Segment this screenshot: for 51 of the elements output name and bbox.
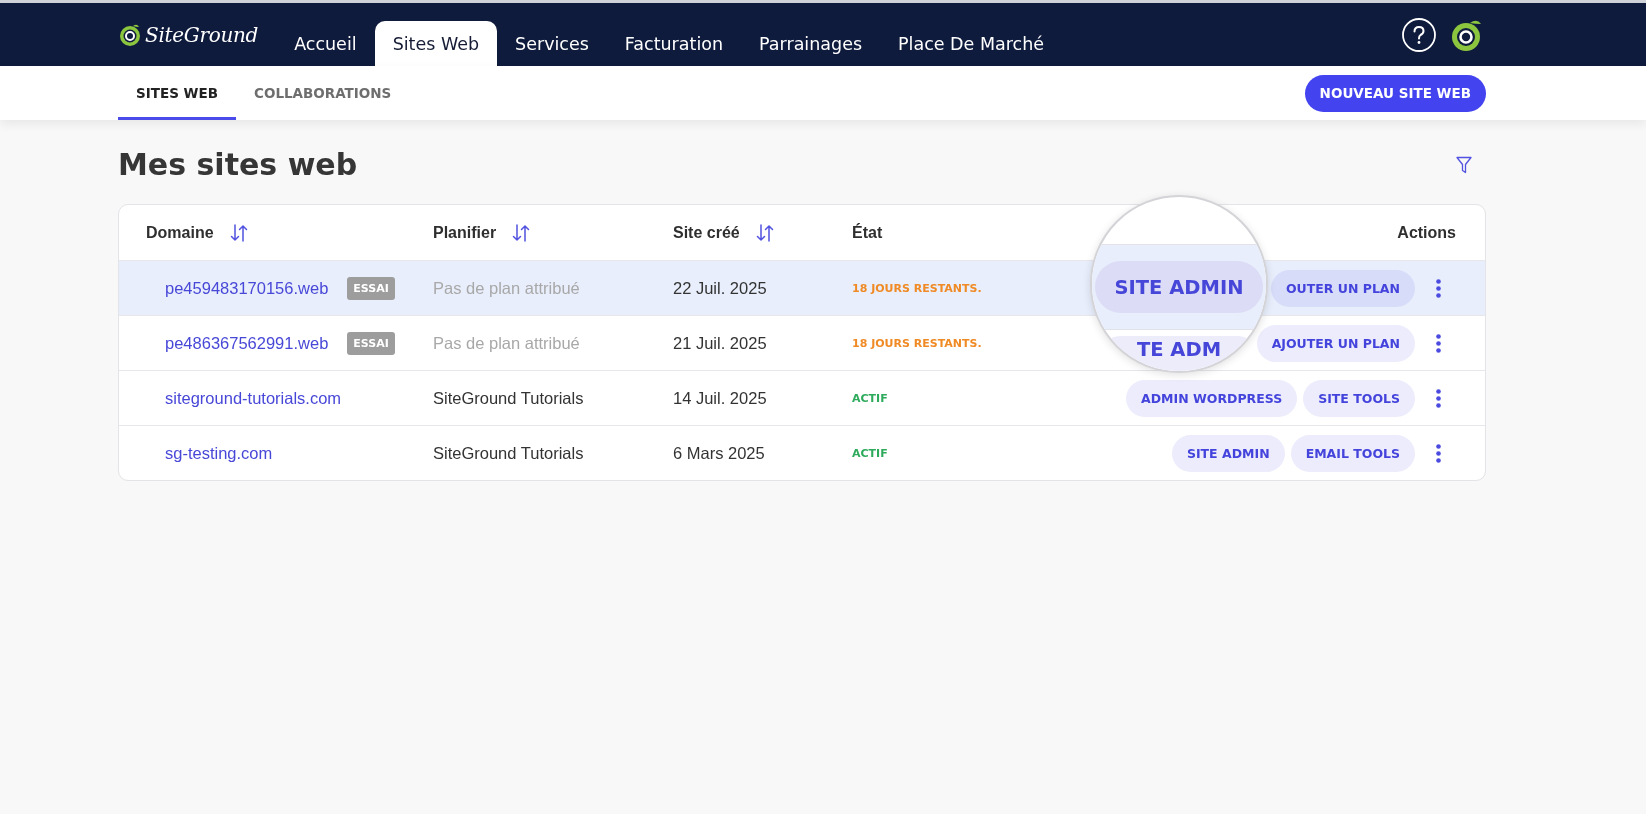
column-header: État	[852, 223, 883, 242]
sort-icon[interactable]	[511, 222, 532, 243]
help-icon[interactable]	[1402, 17, 1436, 52]
trial-badge: ESSAI	[347, 276, 395, 300]
domain-link[interactable]: pe486367562991.web	[165, 333, 329, 353]
column-header: Actions	[1397, 223, 1456, 242]
plan-name: Pas de plan attribué	[433, 278, 580, 298]
column-header: Planifier	[433, 223, 497, 242]
swirl-logo-icon	[118, 22, 142, 47]
action-button[interactable]: AJOUTER UN PLAN	[1256, 324, 1415, 362]
sub-tab[interactable]: SITES WEB	[118, 66, 236, 120]
action-button[interactable]: ADMIN WORDPRESS	[1126, 379, 1298, 417]
kebab-menu-icon[interactable]	[1436, 388, 1441, 408]
action-button[interactable]: SITE TOOLS	[1303, 379, 1415, 417]
plan-name: Pas de plan attribué	[433, 333, 580, 353]
status-label: ACTIF	[852, 391, 888, 405]
action-button[interactable]: OUTER UN PLAN	[1270, 269, 1415, 307]
nav-tab[interactable]: Sites Web	[374, 21, 498, 66]
nav-tab[interactable]: Parrainages	[741, 21, 881, 66]
new-website-button[interactable]: NOUVEAU SITE WEB	[1304, 74, 1486, 112]
site-admin-button[interactable]: SITE ADMIN	[1095, 261, 1263, 313]
creation-date: 6 Mars 2025	[673, 443, 765, 463]
creation-date: 22 Juil. 2025	[673, 278, 767, 298]
column-header: Site créé	[673, 223, 740, 242]
nav-tab[interactable]: Place De Marché	[880, 21, 1063, 66]
kebab-menu-icon[interactable]	[1436, 333, 1441, 353]
logo-text: SiteGround	[145, 22, 259, 47]
action-button[interactable]: EMAIL TOOLS	[1290, 434, 1415, 472]
creation-date: 21 Juil. 2025	[673, 333, 767, 353]
plan-name: SiteGround Tutorials	[433, 443, 584, 463]
trial-badge: ESSAI	[347, 331, 395, 355]
domain-link[interactable]: sg-testing.com	[165, 443, 273, 463]
column-header: Domaine	[146, 223, 214, 242]
sort-icon[interactable]	[754, 222, 775, 243]
nav-tab[interactable]: Facturation	[606, 21, 742, 66]
sort-icon[interactable]	[228, 222, 249, 243]
domain-link[interactable]: pe459483170156.web	[165, 278, 329, 298]
nav-tab[interactable]: Services	[497, 21, 607, 66]
creation-date: 14 Juil. 2025	[673, 388, 767, 408]
domain-link[interactable]: siteground-tutorials.com	[165, 388, 342, 408]
status-label: ACTIF	[852, 446, 888, 460]
sub-tab[interactable]: COLLABORATIONS	[236, 66, 410, 120]
plan-name: SiteGround Tutorials	[433, 388, 584, 408]
status-label: 18 JOURS RESTANTS.	[852, 281, 982, 295]
status-label: 18 JOURS RESTANTS.	[852, 336, 982, 350]
action-button[interactable]: SITE ADMIN	[1171, 434, 1285, 472]
kebab-menu-icon[interactable]	[1436, 278, 1441, 298]
nav-tab[interactable]: Accueil	[276, 21, 375, 66]
kebab-menu-icon[interactable]	[1436, 443, 1441, 463]
filter-icon[interactable]	[1456, 156, 1472, 174]
page-title: Mes sites web	[118, 147, 358, 183]
